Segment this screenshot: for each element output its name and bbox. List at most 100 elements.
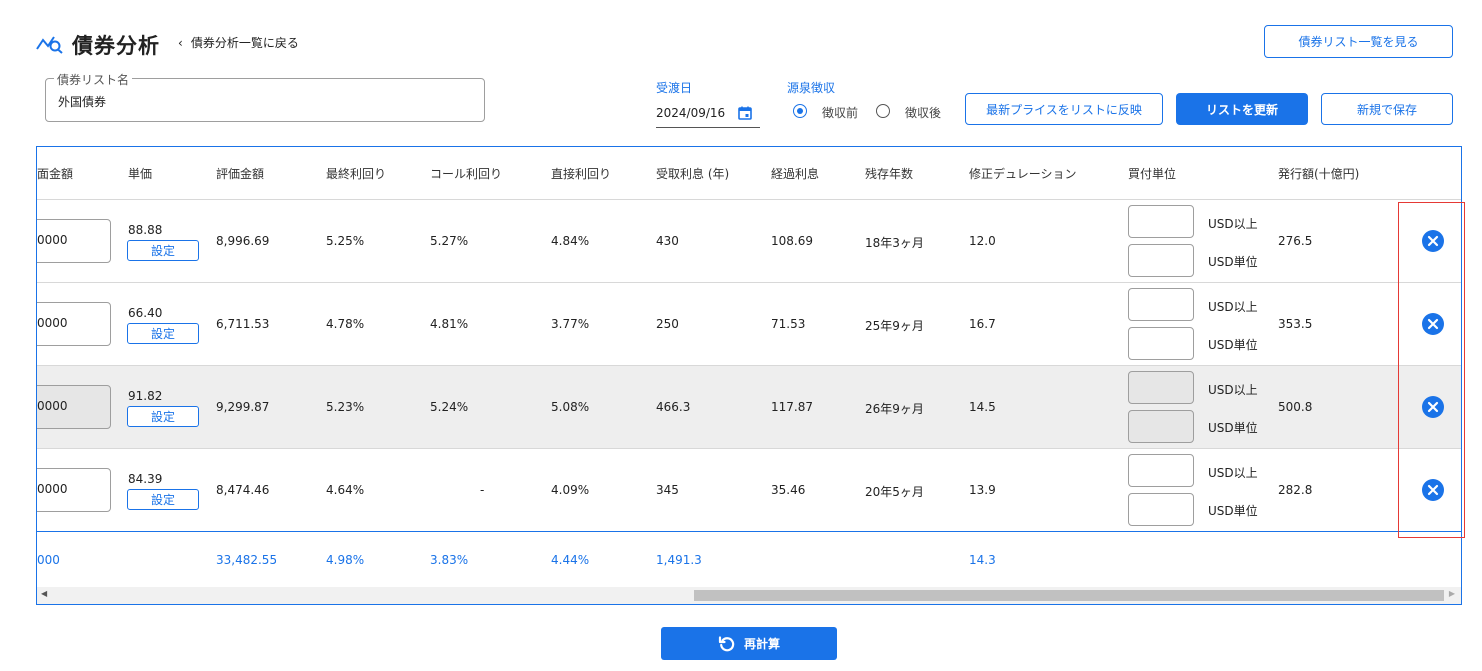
scrollbar-thumb[interactable]: [694, 590, 1444, 601]
min-unit-label: USD以上: [1208, 466, 1258, 480]
call-yield: 4.81%: [430, 317, 469, 331]
step-unit-label: USD単位: [1208, 338, 1258, 352]
total-call-yield: 3.83%: [430, 553, 469, 567]
accrued-interest: 117.87: [771, 400, 813, 414]
back-link[interactable]: ‹ 債券分析一覧に戻る: [178, 34, 299, 51]
annual-interest: 250: [656, 317, 679, 331]
col-header-purchase-unit: 買付単位: [1128, 167, 1177, 181]
set-price-button[interactable]: 設定: [127, 323, 199, 344]
col-header-unit-price: 単価: [128, 167, 153, 181]
scroll-right-icon[interactable]: ▶: [1449, 589, 1455, 598]
withholding-label: 源泉徴収: [787, 81, 836, 95]
list-name-value: 外国債券: [58, 95, 107, 109]
settlement-date-label: 受渡日: [656, 81, 693, 95]
min-unit-input[interactable]: [1128, 371, 1194, 404]
total-annual-interest: 1,491.3: [656, 553, 702, 567]
face-amount-value: 0000: [37, 482, 68, 496]
table-row: 0000 88.88 設定 8,996.69 5.25% 5.27% 4.84%…: [37, 200, 1461, 283]
annual-interest: 345: [656, 483, 679, 497]
ytm: 4.78%: [326, 317, 365, 331]
col-header-current-yield: 直接利回り: [551, 167, 612, 181]
accrued-interest: 108.69: [771, 234, 813, 248]
valuation: 9,299.87: [216, 400, 270, 414]
ytm: 5.23%: [326, 400, 365, 414]
ytm: 4.64%: [326, 483, 365, 497]
current-yield: 4.84%: [551, 234, 590, 248]
modified-duration: 16.7: [969, 317, 996, 331]
total-modified-duration: 14.3: [969, 553, 996, 567]
highlight-box: [1398, 202, 1465, 538]
set-price-button[interactable]: 設定: [127, 240, 199, 261]
col-header-issue-amount: 発行額(十億円): [1278, 167, 1360, 181]
annual-interest: 430: [656, 234, 679, 248]
modified-duration: 13.9: [969, 483, 996, 497]
total-valuation: 33,482.55: [216, 553, 278, 567]
min-unit-input[interactable]: [1128, 205, 1194, 238]
step-unit-input[interactable]: [1128, 327, 1194, 360]
scroll-left-icon[interactable]: ◀: [41, 589, 47, 598]
analysis-chart-icon: [36, 36, 63, 54]
set-price-button[interactable]: 設定: [127, 406, 199, 427]
valuation: 6,711.53: [216, 317, 270, 331]
face-amount-value: 0000: [37, 399, 68, 413]
table-row: 0000 91.82 設定 9,299.87 5.23% 5.24% 5.08%…: [37, 366, 1461, 449]
unit-price: 91.82: [128, 389, 163, 403]
radio-before-withholding[interactable]: [793, 104, 807, 118]
col-header-ytm: 最終利回り: [326, 167, 387, 181]
step-unit-input[interactable]: [1128, 410, 1194, 443]
accrued-interest: 71.53: [771, 317, 806, 331]
reflect-latest-price-button[interactable]: 最新プライスをリストに反映: [965, 93, 1163, 125]
current-yield: 3.77%: [551, 317, 590, 331]
save-new-button[interactable]: 新規で保存: [1321, 93, 1453, 125]
call-yield: 5.24%: [430, 400, 469, 414]
total-ytm: 4.98%: [326, 553, 365, 567]
list-name-label: 債券リスト名: [54, 71, 133, 88]
step-unit-label: USD単位: [1208, 255, 1258, 269]
radio-before-label: 徴収前: [822, 106, 859, 120]
col-header-modified-duration: 修正デュレーション: [969, 167, 1077, 181]
valuation: 8,474.46: [216, 483, 270, 497]
unit-price: 84.39: [128, 472, 163, 486]
face-amount-value: 0000: [37, 233, 68, 247]
view-bond-list-button[interactable]: 債券リスト一覧を見る: [1264, 25, 1453, 58]
col-header-call-yield: コール利回り: [430, 167, 503, 181]
step-unit-label: USD単位: [1208, 504, 1258, 518]
bond-table: 面金額 単価 評価金額 最終利回り コール利回り 直接利回り 受取利息 (年) …: [36, 146, 1462, 605]
col-header-annual-interest: 受取利息 (年): [656, 167, 730, 181]
settlement-date-value: 2024/09/16: [656, 106, 726, 120]
unit-price: 66.40: [128, 306, 163, 320]
min-unit-input[interactable]: [1128, 454, 1194, 487]
total-current-yield: 4.44%: [551, 553, 590, 567]
current-yield: 5.08%: [551, 400, 590, 414]
calendar-icon[interactable]: [738, 106, 752, 120]
page-title: 債券分析: [72, 34, 160, 58]
current-yield: 4.09%: [551, 483, 590, 497]
modified-duration: 14.5: [969, 400, 996, 414]
min-unit-label: USD以上: [1208, 217, 1258, 231]
col-header-accrued-interest: 経過利息: [771, 167, 820, 181]
col-header-remaining-years: 残存年数: [865, 167, 914, 181]
call-yield: 5.27%: [430, 234, 469, 248]
total-face-amount: 000: [37, 553, 60, 567]
unit-price: 88.88: [128, 223, 163, 237]
accrued-interest: 35.46: [771, 483, 806, 497]
table-row: 0000 66.40 設定 6,711.53 4.78% 4.81% 3.77%…: [37, 283, 1461, 366]
ytm: 5.25%: [326, 234, 365, 248]
set-price-button[interactable]: 設定: [127, 489, 199, 510]
refresh-icon: [718, 635, 735, 651]
step-unit-label: USD単位: [1208, 421, 1258, 435]
col-header-face-amount: 面金額: [37, 167, 74, 181]
call-yield: -: [480, 483, 485, 497]
step-unit-input[interactable]: [1128, 244, 1194, 277]
radio-after-withholding[interactable]: [876, 104, 890, 118]
update-list-button[interactable]: リストを更新: [1176, 93, 1308, 125]
table-row: 0000 84.39 設定 8,474.46 4.64% - 4.09% 345…: [37, 449, 1461, 532]
min-unit-label: USD以上: [1208, 300, 1258, 314]
annual-interest: 466.3: [656, 400, 691, 414]
issue-amount: 353.5: [1278, 317, 1313, 331]
issue-amount: 282.8: [1278, 483, 1313, 497]
min-unit-input[interactable]: [1128, 288, 1194, 321]
step-unit-input[interactable]: [1128, 493, 1194, 526]
recalculate-button[interactable]: 再計算: [661, 627, 837, 660]
remaining-years: 25年9ヶ月: [865, 319, 924, 333]
